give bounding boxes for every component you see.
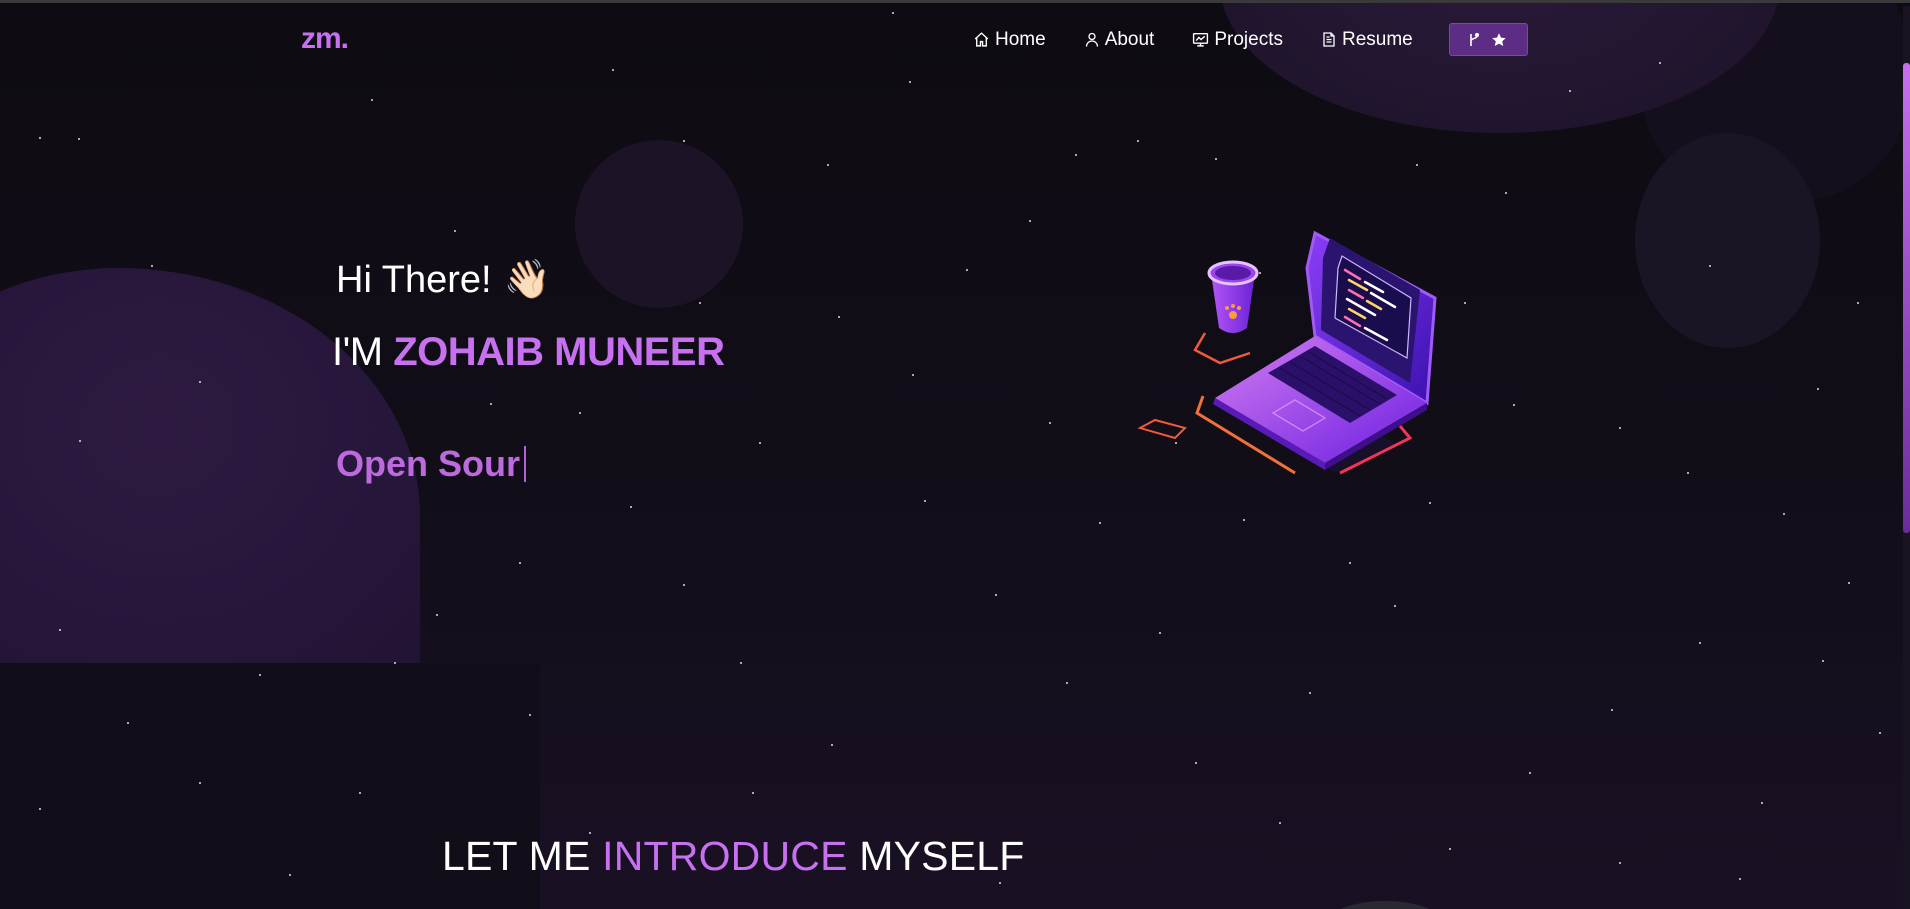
- github-fork-star-button[interactable]: [1448, 23, 1528, 56]
- logo[interactable]: zm.: [301, 22, 349, 56]
- greeting: Hi There! 👋🏻: [336, 258, 551, 302]
- introduce-prefix: LET ME: [442, 833, 591, 879]
- star-icon: [1492, 32, 1507, 46]
- home-icon: [974, 32, 989, 47]
- typewriter-value: Open Sour: [336, 443, 521, 484]
- introduce-accent: INTRODUCE: [602, 833, 848, 879]
- projects-icon: [1193, 32, 1209, 47]
- nav-item-about[interactable]: About: [1084, 24, 1155, 56]
- hero-name-heading: I'M ZOHAIB MUNEER: [332, 330, 725, 375]
- page: zm. Home About Projects Resume Hi There!…: [0, 0, 1910, 909]
- document-icon: [1323, 32, 1335, 47]
- greeting-text: Hi There!: [336, 258, 492, 301]
- git-branch-icon: [1470, 32, 1480, 46]
- scrollbar-thumb[interactable]: [1903, 63, 1910, 533]
- nav-item-resume-label: Resume: [1341, 28, 1413, 50]
- background-blob: [575, 140, 743, 308]
- nav-item-home[interactable]: Home: [973, 24, 1046, 56]
- typing-cursor: [524, 446, 527, 482]
- laptop-illustration: [1137, 230, 1437, 475]
- background-blob: [1635, 133, 1820, 348]
- nav-item-resume[interactable]: Resume: [1321, 24, 1413, 56]
- hero-name: ZOHAIB MUNEER: [393, 330, 725, 374]
- nav-item-projects[interactable]: Projects: [1192, 24, 1283, 56]
- typewriter-text: Open Sour: [336, 443, 527, 485]
- waving-hand-icon: 👋🏻: [503, 259, 551, 301]
- introduce-suffix: MYSELF: [859, 833, 1025, 879]
- navbar: Home About Projects Resume: [973, 23, 1528, 56]
- user-icon: [1085, 32, 1098, 47]
- nav-item-projects-label: Projects: [1214, 28, 1283, 50]
- introduce-heading: LET ME INTRODUCE MYSELF: [442, 833, 1025, 880]
- im-prefix: I'M: [332, 330, 383, 374]
- avatar: [1330, 901, 1440, 909]
- nav-item-home-label: Home: [995, 28, 1046, 50]
- nav-item-about-label: About: [1104, 28, 1155, 50]
